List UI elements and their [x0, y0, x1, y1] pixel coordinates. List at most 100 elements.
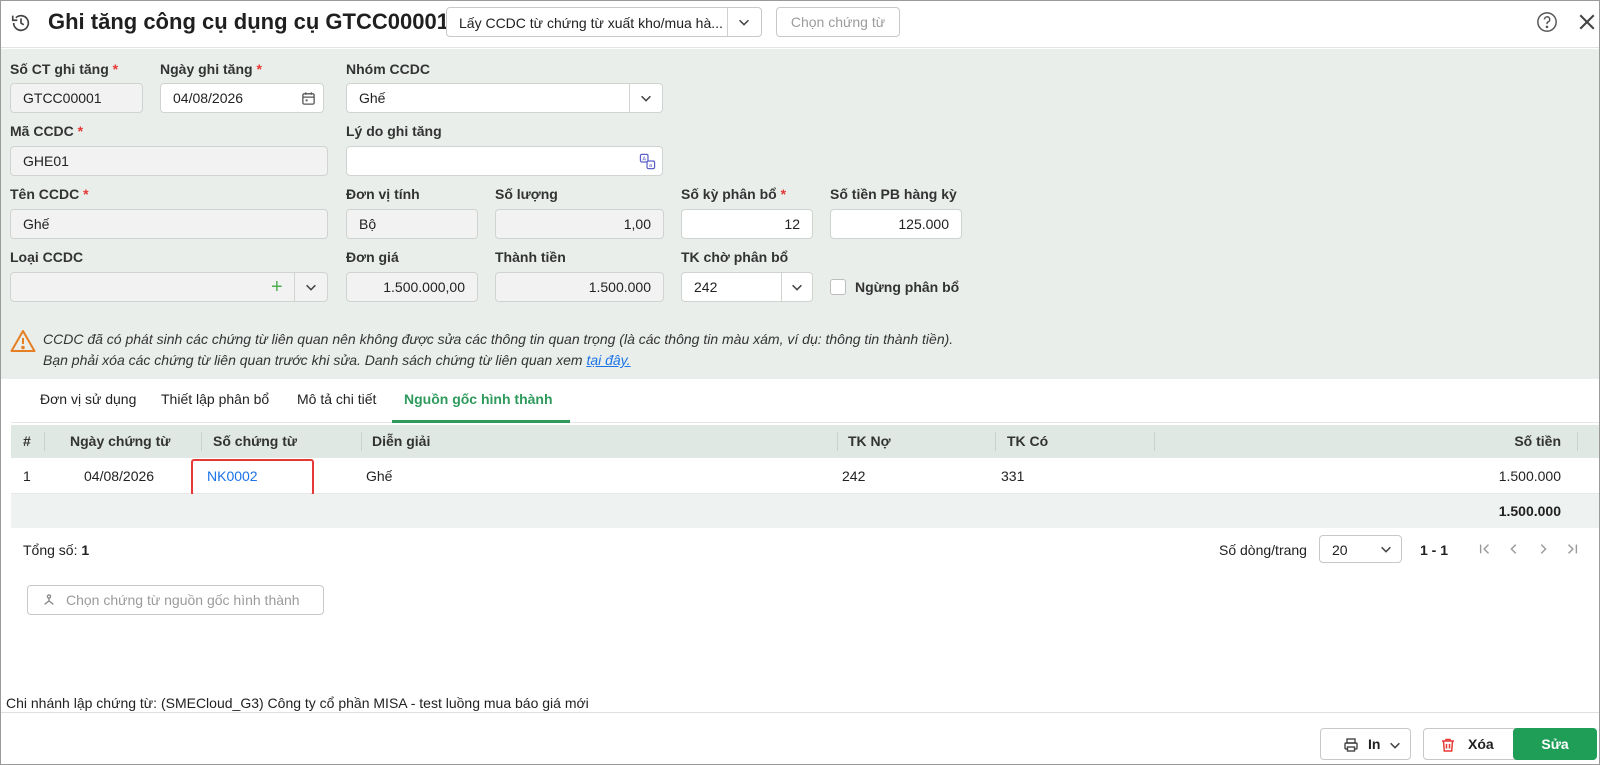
row-credit-account: 331 — [1001, 468, 1025, 484]
row-debit-account: 242 — [842, 468, 866, 484]
hierarchy-icon — [44, 594, 54, 605]
close-icon[interactable] — [1578, 13, 1596, 31]
ngung-phan-bo-label: Ngừng phân bổ — [855, 279, 960, 295]
first-page-icon[interactable] — [1478, 542, 1492, 556]
choose-source-voucher-button[interactable]: Chọn chứng từ nguồn gốc hình thành — [27, 585, 324, 615]
svg-text:A: A — [642, 157, 646, 163]
so-luong-label: Số lượng — [495, 186, 558, 202]
don-gia-field[interactable]: 1.500.000,00 — [346, 272, 478, 302]
nhom-value: Ghế — [359, 90, 386, 106]
so-tien-pb-label: Số tiền PB hàng kỳ — [830, 186, 957, 202]
tab-nguon-goc-hinh-thanh[interactable]: Nguồn gốc hình thành — [404, 391, 553, 407]
calendar-icon[interactable] — [301, 91, 316, 106]
dvt-label: Đơn vị tính — [346, 186, 420, 202]
highlight-box — [191, 459, 314, 496]
active-tab-indicator — [392, 420, 570, 423]
don-gia-label: Đơn giá — [346, 249, 399, 265]
chevron-down-icon — [641, 95, 651, 102]
choose-source-voucher-label: Chọn chứng từ nguồn gốc hình thành — [66, 592, 300, 608]
ma-label: Mã CCDC * — [10, 123, 84, 139]
source-select[interactable]: Lấy CCDC từ chứng từ xuất kho/mua hà... — [446, 7, 762, 37]
so-ct-field[interactable]: GTCC00001 — [10, 83, 143, 113]
history-icon[interactable] — [10, 12, 32, 34]
chevron-down-icon — [1381, 546, 1391, 553]
ly-do-label: Lý do ghi tăng — [346, 123, 442, 139]
so-ky-label: Số kỳ phân bổ * — [681, 186, 787, 202]
column-header[interactable]: TK Nợ — [848, 433, 891, 449]
column-divider — [361, 432, 362, 451]
column-header[interactable]: # — [23, 433, 31, 449]
svg-text:a: a — [649, 163, 652, 169]
ten-label: Tên CCDC * — [10, 186, 89, 202]
trash-icon — [1442, 738, 1454, 752]
dialog-header: Ghi tăng công cụ dụng cụ GTCC00001 Lấy C… — [1, 1, 1599, 48]
ten-field[interactable]: Ghế — [10, 209, 328, 239]
column-header[interactable]: Số tiền — [1514, 433, 1561, 449]
detail-panel: Đơn vị sử dụng Thiết lập phân bổ Mô tả c… — [11, 379, 1599, 637]
column-divider — [1154, 432, 1155, 451]
thanh-tien-field[interactable]: 1.500.000 — [495, 272, 664, 302]
choose-voucher-button[interactable]: Chọn chứng từ — [776, 7, 900, 37]
column-divider — [995, 432, 996, 451]
delete-button[interactable]: Xóa — [1423, 728, 1523, 760]
edit-button[interactable]: Sửa — [1513, 728, 1597, 760]
page-range: 1 - 1 — [1420, 542, 1449, 558]
table-summary: 1.500.000 — [11, 494, 1599, 528]
rows-per-page-select[interactable]: 20 — [1319, 535, 1402, 563]
tab-thiet-lap-phan-bo[interactable]: Thiết lập phân bổ — [161, 391, 269, 407]
branch-info: Chi nhánh lập chứng từ: (SMECloud_G3) Cô… — [6, 695, 589, 711]
column-divider — [837, 432, 838, 451]
total-amount: 1.500.000 — [1498, 503, 1561, 519]
warning-text-line1: CCDC đã có phát sinh các chứng từ liên q… — [43, 331, 954, 347]
so-ct-label: Số CT ghi tăng * — [10, 61, 119, 77]
tk-cho-label: TK chờ phân bổ — [681, 249, 789, 265]
ma-field[interactable]: GHE01 — [10, 146, 328, 176]
column-header[interactable]: Số chứng từ — [213, 433, 297, 449]
row-amount: 1.500.000 — [1498, 468, 1561, 484]
column-divider — [1577, 432, 1578, 451]
loai-label: Loại CCDC — [10, 249, 84, 265]
dialog-footer: In Xóa Sửa — [1, 712, 1599, 764]
column-header[interactable]: TK Có — [1007, 433, 1048, 449]
print-button[interactable]: In — [1320, 728, 1411, 760]
add-icon[interactable]: + — [271, 273, 283, 301]
tab-mo-ta-chi-tiet[interactable]: Mô tả chi tiết — [297, 391, 376, 407]
last-page-icon[interactable] — [1565, 542, 1579, 556]
translate-icon[interactable]: Aa — [639, 153, 656, 170]
chevron-down-icon[interactable] — [304, 280, 318, 294]
tab-don-vi-su-dung[interactable]: Đơn vị sử dụng — [40, 391, 136, 407]
dialog-window: Ghi tăng công cụ dụng cụ GTCC00001 Lấy C… — [0, 0, 1600, 765]
help-icon[interactable] — [1536, 11, 1558, 33]
table-row[interactable]: 1 04/08/2026 NK0002 Ghế 242 331 1.500.00… — [11, 458, 1599, 496]
tk-cho-select[interactable]: 242 — [681, 272, 813, 302]
so-luong-field[interactable]: 1,00 — [495, 209, 664, 239]
printer-icon — [1344, 738, 1358, 752]
dvt-field[interactable]: Bộ — [346, 209, 478, 239]
select-divider — [629, 84, 630, 112]
delete-label: Xóa — [1468, 736, 1494, 752]
source-select-value: Lấy CCDC từ chứng từ xuất kho/mua hà... — [459, 15, 723, 31]
prev-page-icon[interactable] — [1507, 542, 1521, 556]
warning-icon — [10, 330, 36, 352]
loai-select[interactable]: + — [10, 272, 328, 302]
ngung-phan-bo-checkbox[interactable] — [830, 279, 846, 295]
nhom-select[interactable]: Ghế — [346, 83, 663, 113]
ngay-field[interactable]: 04/08/2026 — [160, 83, 324, 113]
chevron-down-icon — [1390, 742, 1400, 749]
nhom-label: Nhóm CCDC — [346, 61, 430, 77]
column-header[interactable]: Diễn giải — [372, 433, 430, 449]
rows-per-page-value: 20 — [1332, 542, 1348, 558]
so-tien-pb-field[interactable]: 125.000 — [830, 209, 962, 239]
thanh-tien-label: Thành tiền — [495, 249, 566, 265]
ly-do-field[interactable]: Aa — [346, 146, 663, 176]
related-vouchers-link[interactable]: tại đây. — [586, 352, 630, 368]
warning-text-line2: Bạn phải xóa các chứng từ liên quan trướ… — [43, 352, 631, 368]
table-header: # Ngày chứng từ Số chứng từ Diễn giải TK… — [11, 425, 1599, 458]
column-header[interactable]: Ngày chứng từ — [70, 433, 170, 449]
column-divider — [201, 432, 202, 451]
so-ky-field[interactable]: 12 — [681, 209, 813, 239]
select-divider — [727, 8, 728, 36]
rows-per-page-label: Số dòng/trang — [1219, 542, 1307, 558]
row-description: Ghế — [366, 468, 393, 484]
next-page-icon[interactable] — [1536, 542, 1550, 556]
